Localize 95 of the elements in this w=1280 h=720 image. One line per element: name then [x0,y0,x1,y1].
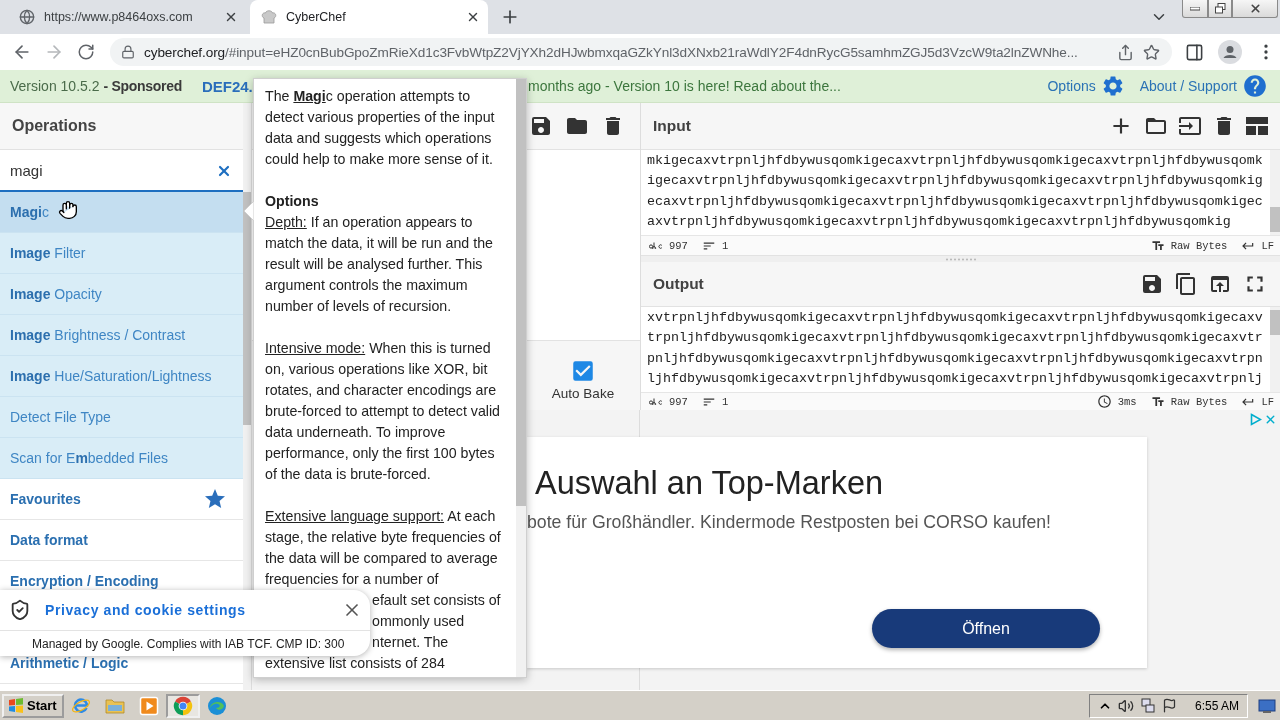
speaker-icon[interactable] [1117,697,1134,714]
popover-text-fragment: nternet. The [372,633,449,652]
text-line: axvtrpnljhfdbywusqomkigecaxvtrpnljhfdbywusqomkigecaxvtrpnljhfdbywusqomkig [647,212,1231,231]
popover-text-fragment: efault set consists of [372,591,501,610]
news-link[interactable]: months ago - Version 10 is here! Read about the... [528,78,841,94]
category-item[interactable]: Favourites [0,479,243,520]
eol-value[interactable]: LF [1261,395,1274,408]
show-desktop-icon[interactable] [1258,697,1276,714]
operation-item[interactable]: Image Hue/Saturation/Lightness [0,356,243,397]
clear-search-icon[interactable] [216,163,232,179]
close-window-button[interactable] [1232,0,1278,18]
eol-value[interactable]: LF [1261,239,1274,252]
bookmark-star-icon[interactable] [1143,43,1160,61]
taskbar-app[interactable] [166,693,200,718]
options-link[interactable]: Options [1047,78,1096,94]
text-line: xvtrpnljhfdbywusqomkigecaxvtrpnljhfdbywusqomkigecaxvtrpnljhfdbywusqomkigecaxv [647,309,1263,327]
network-icon[interactable] [1139,697,1156,714]
ad-open-button[interactable]: Öffnen [872,609,1100,648]
panel-title: Operations [0,103,243,150]
shield-icon [9,599,31,621]
sponsored-text: - Sponsored [103,78,182,94]
text-line: ljhfdbywusqomkigecaxvtrpnljhfdbywusqomkigecaxvtrpnljhfdbywusqomkigecaxvtrpnlj [647,369,1263,388]
lines-value: 1 [721,239,729,252]
windows-flag-icon [8,698,24,713]
text-format-icon[interactable] [1150,394,1165,409]
flag-icon[interactable] [1161,698,1177,713]
ad-heading: Auswahl an Top-Marken [534,465,884,502]
close-icon[interactable] [224,10,238,24]
text-line: igecaxvtrpnljhfdbywusqomkigecaxvtrpnljhfdbywusqomkigecaxvtrpnljhfdbywusqomkig [647,172,1263,191]
lines-value: 1 [721,395,729,408]
star-icon [203,487,227,511]
operation-item[interactable]: Image Filter [0,233,243,274]
help-icon[interactable] [1242,73,1268,99]
option-description: Intensive mode: When this is turned on, various operations like XOR, bit rotates, and character encodings are brute-forced to attempt to detect valid data underneath. To improve performance, only the first 100 bytes of the data is brute-forced. [265,339,501,484]
close-icon [1248,2,1262,15]
clock-icon [1096,394,1112,409]
chef-hat-icon [261,9,277,25]
time-value: 3ms [1117,395,1137,408]
profile-avatar-icon[interactable] [1218,40,1242,64]
close-icon[interactable] [466,10,480,24]
round-logo-icon[interactable] [173,695,193,716]
drag-handle-icon[interactable] [944,257,977,261]
popover-heading: Options [265,192,319,211]
address-bar[interactable]: cyberchef.org/#input=eHZ0cnBubGpoZmRieXd1c3FvbWtpZ2VjYXh2dHJwbmxqaGZkYnl3dXNxb21raWdlY2F4dnRycG5samhmZGJ5d3VzcW9ta2lnZWNhe... [110,38,1172,66]
operation-item[interactable]: Scan for Embedded Files [0,438,243,479]
scrollbar-thumb[interactable] [516,79,526,506]
text-line: mkigecaxvtrpnljhfdbywusqomkigecaxvtrpnljhfdbywusqomkigecaxvtrpnljhfdbywusqomk [647,152,1263,170]
browser-tab[interactable]: https://www.p8464oxs.com [8,0,246,34]
option-description: Depth: If an operation appears to match the data, it will be run and the result will be analysed further. This argument controls the maximum number of levels of recursion. [265,213,494,316]
save-icon[interactable] [1140,272,1164,296]
privacy-settings-link[interactable]: Privacy and cookie settings [45,602,328,618]
length-value: 997 [669,239,688,252]
operation-item[interactable]: Detect File Type [0,397,243,438]
sponsor-link[interactable]: DEF24. [201,77,253,95]
restore-button[interactable] [1208,0,1232,18]
operation-item[interactable]: Image Brightness / Contrast [0,315,243,356]
ad-text: bote für Großhändler. Kindermode Restposten bei CORSO kaufen! [527,512,1052,533]
share-icon[interactable] [1117,43,1134,61]
operation-item[interactable]: Image Opacity [0,274,243,315]
version-text: Version 10.5.2 [10,78,100,94]
text-format-icon[interactable] [1150,238,1165,253]
checkbox-label: Auto Bake [551,386,615,401]
pane-title: Output [653,275,704,293]
scrollbar-thumb[interactable] [1270,310,1280,335]
scrollbar-thumb[interactable] [243,192,251,425]
text-line: pnljhfdbywusqomkigecaxvtrpnljhfdbywusqomkigecaxvtrpnljhfdbywusqomkigecaxvtrpn [647,349,1263,368]
start-button[interactable]: Start [2,693,64,718]
abc-icon [649,242,663,249]
length-value: 997 [669,395,688,408]
save-icon[interactable] [529,114,553,138]
operation-item[interactable]: Magic [0,192,243,233]
minimize-icon [1190,6,1200,11]
hand-cursor-icon [58,200,78,220]
text-line: ecaxvtrpnljhfdbywusqomkigecaxvtrpnljhfdbywusqomkigecaxvtrpnljhfdbywusqomkigec [647,192,1263,211]
popover-text-fragment: ommonly used [372,612,465,631]
restore-icon [1214,3,1226,14]
support-link[interactable]: About / Support [1139,78,1237,94]
copy-icon[interactable] [1174,272,1198,296]
side-panel-icon[interactable] [1185,42,1204,62]
auto-bake-checkbox[interactable] [570,358,596,384]
input-arrow-icon[interactable] [1178,114,1202,138]
layout-icon[interactable] [1246,117,1268,135]
abc-icon [649,398,663,405]
format-value[interactable]: Raw Bytes [1170,239,1228,252]
clock-time: 6:55 AM [1194,698,1239,713]
lock-icon [121,45,135,59]
pane-title: Input [653,117,691,135]
popover-paragraph: The Magic operation attempts to detect various properties of the input data and suggests which operations could help to make more sense of it. [265,87,496,169]
scrollbar-thumb[interactable] [1270,207,1280,232]
format-value[interactable]: Raw Bytes [1170,395,1228,408]
popover-text-line: extensive list consists of 284 [265,654,445,673]
text-line: trpnljhfdbywusqomkigecaxvtrpnljhfdbywusqomkigecaxvtrpnljhfdbywusqomkigecaxvtr [647,329,1263,348]
globe-icon [19,9,35,25]
reload-icon[interactable] [77,43,95,61]
browser-tab[interactable]: CyberChef [250,0,488,34]
